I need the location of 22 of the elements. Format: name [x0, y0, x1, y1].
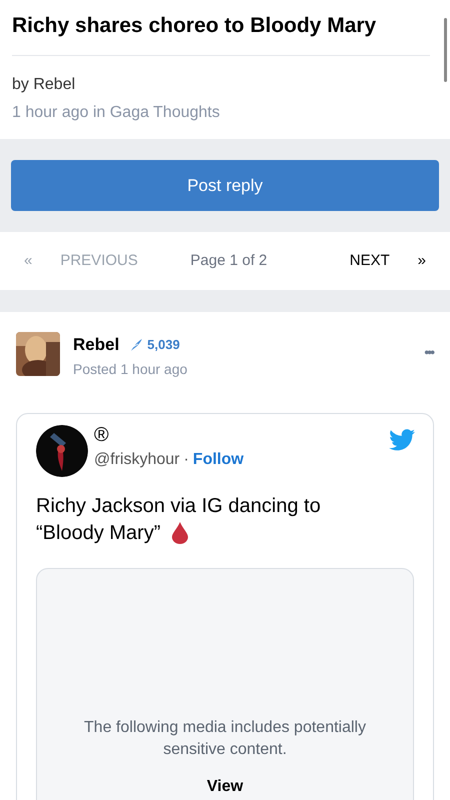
post-time: Posted 1 hour ago [73, 360, 188, 379]
follow-link[interactable]: Follow [192, 448, 244, 472]
reputation-count: 5,039 [129, 335, 180, 354]
drop-icon [172, 522, 188, 544]
post-author[interactable]: Rebel [73, 332, 120, 358]
separator-dot: · [184, 450, 189, 470]
post-reply-button[interactable]: Post reply [11, 160, 439, 211]
tweet-text: Richy Jackson via IG dancing to [36, 494, 322, 518]
display-name: ® [94, 424, 110, 446]
twitter-handle: @friskyhour [94, 450, 180, 470]
scrollbar-thumb [444, 18, 447, 82]
page-indicator: Page 1 of 2 [190, 250, 268, 271]
topic-meta: 1 hour ago in Gaga Thoughts [12, 103, 221, 123]
tweet-text: “Bloody Mary” [36, 520, 160, 546]
sensitive-notice: The following media includes potentially sensitive content. [83, 718, 367, 760]
view-button[interactable]: View [206, 774, 244, 798]
next-link[interactable]: NEXT » [350, 250, 426, 272]
twitter-bird-icon [389, 428, 415, 450]
feather-icon [129, 338, 144, 352]
topic-title: Richy shares choreo to Bloody Mary [12, 13, 378, 39]
topic-author: by Rebel [12, 75, 76, 95]
more-options-button[interactable]: ••• [424, 342, 433, 363]
